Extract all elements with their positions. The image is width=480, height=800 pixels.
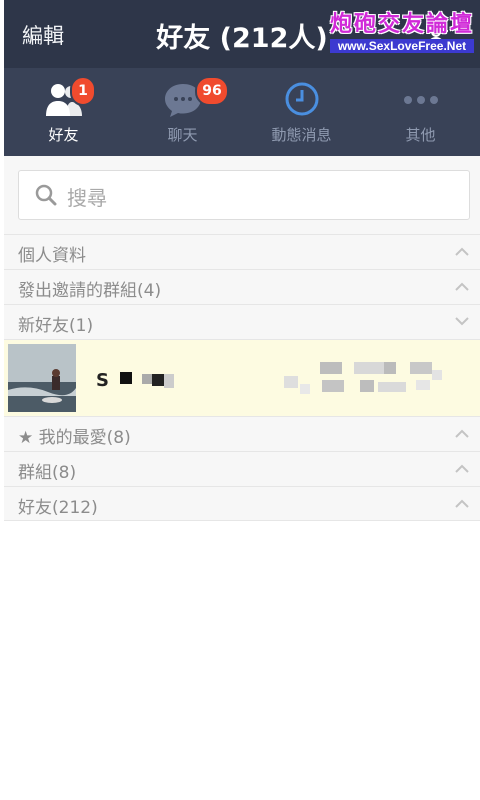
more-dots-icon [403,96,438,104]
tab-chats[interactable]: 96 聊天 [123,68,242,156]
watermark-title: 炮砲交友論壇 [329,11,474,37]
clock-icon [285,82,318,116]
section-groups[interactable]: 群組(8) [4,451,480,486]
list-item-new-friend[interactable]: S [4,339,480,416]
search-icon [35,184,57,206]
section-groups-label: 群組(8) [18,463,77,483]
search-input[interactable]: 搜尋 [18,170,470,220]
avatar [8,344,76,412]
tab-bar: 1 好友 96 聊天 動態消息 其他 [4,68,480,156]
tab-timeline-label: 動態消息 [271,126,332,144]
star-icon: ★ [18,428,39,448]
tab-more[interactable]: 其他 [361,68,480,156]
section-sent-invites[interactable]: 發出邀請的群組(4) [4,269,480,304]
search-placeholder: 搜尋 [67,186,107,210]
friends-badge: 1 [70,76,96,106]
chevron-up-icon [455,429,469,438]
search-area: 搜尋 [4,156,480,234]
section-sent-invites-label: 發出邀請的群組(4) [18,281,162,301]
section-new-friends[interactable]: 新好友(1) [4,304,480,339]
header-bar: 編輯 好友 (212人) 炮砲交友論壇 www.SexLoveFree.Net [4,0,480,68]
section-favorites-label: ★ 我的最愛(8) [18,423,131,448]
tab-more-label: 其他 [405,126,436,144]
watermark-url: www.SexLoveFree.Net [329,39,474,53]
screen: 編輯 好友 (212人) 炮砲交友論壇 www.SexLoveFree.Net … [4,0,480,800]
section-friends[interactable]: 好友(212) [4,486,480,521]
chevron-up-icon [455,499,469,508]
chats-badge: 96 [195,76,229,106]
watermark: 炮砲交友論壇 www.SexLoveFree.Net [329,6,474,53]
tab-chats-label: 聊天 [167,126,198,144]
divider [4,520,480,521]
section-profile-label: 個人資料 [18,246,86,266]
chevron-up-icon [455,282,469,291]
tab-friends[interactable]: 1 好友 [4,68,123,156]
section-profile[interactable]: 個人資料 [4,234,480,269]
section-favorites-text: 我的最愛(8) [38,428,131,448]
section-new-friends-label: 新好友(1) [18,316,94,336]
section-favorites[interactable]: ★ 我的最愛(8) [4,416,480,451]
tab-timeline[interactable]: 動態消息 [242,68,361,156]
tab-friends-label: 好友 [48,126,79,144]
chevron-down-icon [455,317,469,326]
chevron-up-icon [455,247,469,256]
friend-name: S [96,370,109,391]
chevron-up-icon [455,464,469,473]
section-friends-label: 好友(212) [18,498,98,518]
